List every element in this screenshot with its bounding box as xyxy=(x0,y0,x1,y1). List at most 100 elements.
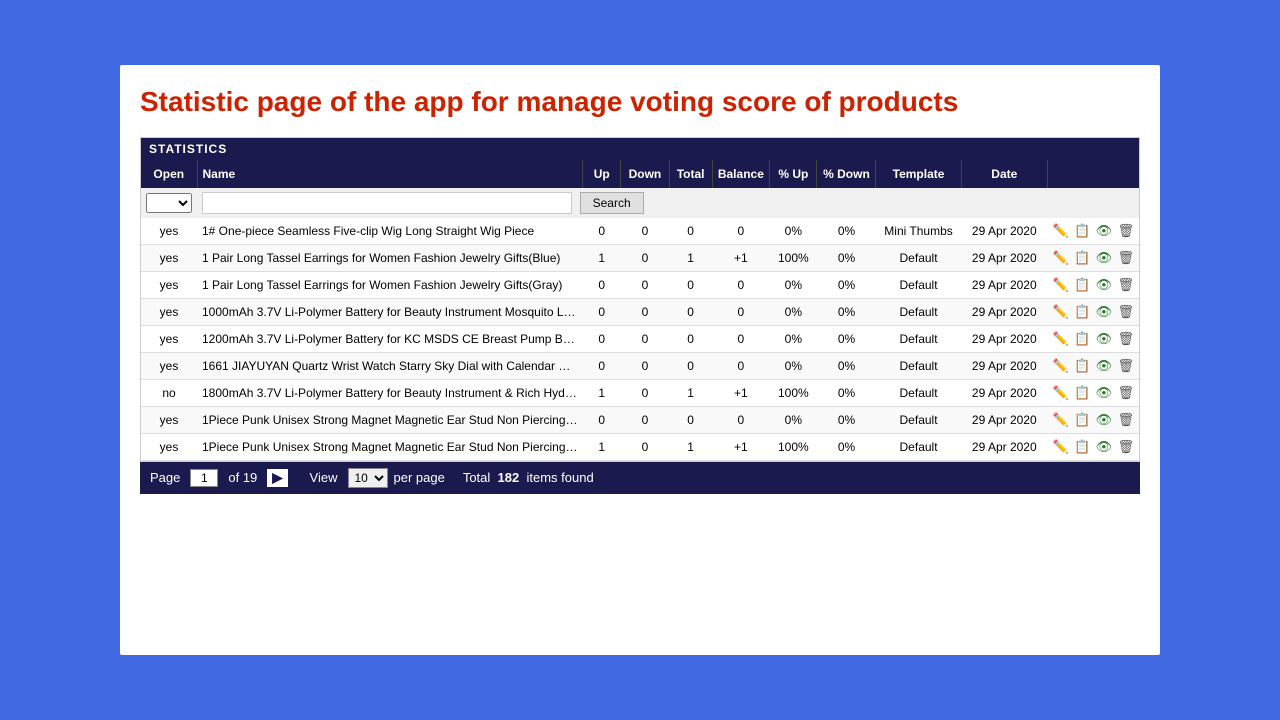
delete-icon[interactable]: 🗑 xyxy=(1117,439,1134,454)
table-cell: 0 xyxy=(583,325,621,352)
table-cell: Default xyxy=(876,271,961,298)
view-icon[interactable]: 👁 xyxy=(1096,304,1113,319)
table-row: yes1 Pair Long Tassel Earrings for Women… xyxy=(141,244,1139,271)
table-cell: 1 xyxy=(669,244,712,271)
table-cell: 1 xyxy=(669,433,712,460)
table-cell: 29 Apr 2020 xyxy=(961,271,1047,298)
copy-icon[interactable]: 📋 xyxy=(1074,250,1090,265)
table-cell: 0% xyxy=(770,218,817,245)
copy-icon[interactable]: 📋 xyxy=(1074,412,1090,427)
col-date: Date xyxy=(961,160,1047,188)
table-cell: 1200mAh 3.7V Li-Polymer Battery for KC M… xyxy=(197,325,583,352)
view-icon[interactable]: 👁 xyxy=(1096,385,1113,400)
table-cell: 0 xyxy=(669,218,712,245)
delete-icon[interactable]: 🗑 xyxy=(1117,358,1134,373)
table-cell: 0% xyxy=(817,325,876,352)
table-cell: Default xyxy=(876,325,961,352)
table-cell: 29 Apr 2020 xyxy=(961,244,1047,271)
table-cell: 0 xyxy=(669,325,712,352)
table-row: yes1# One-piece Seamless Five-clip Wig L… xyxy=(141,218,1139,245)
delete-icon[interactable]: 🗑 xyxy=(1117,304,1134,319)
col-total: Total xyxy=(669,160,712,188)
table-cell: +1 xyxy=(712,379,770,406)
view-icon[interactable]: 👁 xyxy=(1096,358,1113,373)
page-label: Page xyxy=(150,470,180,485)
copy-icon[interactable]: 📋 xyxy=(1074,277,1090,292)
table-cell: yes xyxy=(141,218,197,245)
edit-icon[interactable]: ✏️ xyxy=(1053,412,1069,427)
table-cell: 0 xyxy=(621,298,669,325)
search-input[interactable] xyxy=(202,192,572,214)
table-cell: +1 xyxy=(712,433,770,460)
view-icon[interactable]: 👁 xyxy=(1096,277,1113,292)
table-cell: 29 Apr 2020 xyxy=(961,298,1047,325)
statistics-table: Open Name Up Down Total Balance % Up % D… xyxy=(141,160,1139,461)
edit-icon[interactable]: ✏️ xyxy=(1053,250,1069,265)
table-cell: 0 xyxy=(621,244,669,271)
search-button[interactable]: Search xyxy=(580,192,644,214)
table-cell: 29 Apr 2020 xyxy=(961,218,1047,245)
total-count: 182 xyxy=(498,470,520,485)
edit-icon[interactable]: ✏️ xyxy=(1053,223,1069,238)
table-cell: 0 xyxy=(669,352,712,379)
open-filter-select[interactable]: yes no xyxy=(146,193,192,213)
action-cell: ✏️ 📋 👁 🗑 xyxy=(1047,325,1139,352)
table-cell: Default xyxy=(876,244,961,271)
copy-icon[interactable]: 📋 xyxy=(1074,331,1090,346)
table-cell: 29 Apr 2020 xyxy=(961,433,1047,460)
edit-icon[interactable]: ✏️ xyxy=(1053,277,1069,292)
action-cell: ✏️ 📋 👁 🗑 xyxy=(1047,352,1139,379)
of-pages-text: of 19 xyxy=(228,470,257,485)
table-row: yes1200mAh 3.7V Li-Polymer Battery for K… xyxy=(141,325,1139,352)
table-cell: 0 xyxy=(583,218,621,245)
table-cell: 0% xyxy=(817,218,876,245)
view-icon[interactable]: 👁 xyxy=(1096,223,1113,238)
col-name: Name xyxy=(197,160,583,188)
edit-icon[interactable]: ✏️ xyxy=(1053,358,1069,373)
total-suffix: items found xyxy=(526,470,593,485)
copy-icon[interactable]: 📋 xyxy=(1074,385,1090,400)
delete-icon[interactable]: 🗑 xyxy=(1117,250,1134,265)
table-cell: 0% xyxy=(817,406,876,433)
total-label: Total xyxy=(463,470,490,485)
table-cell: yes xyxy=(141,325,197,352)
copy-icon[interactable]: 📋 xyxy=(1074,304,1090,319)
table-cell: 1 Pair Long Tassel Earrings for Women Fa… xyxy=(197,244,583,271)
table-cell: 100% xyxy=(770,433,817,460)
copy-icon[interactable]: 📋 xyxy=(1074,223,1090,238)
table-cell: 0 xyxy=(669,271,712,298)
edit-icon[interactable]: ✏️ xyxy=(1053,439,1069,454)
table-header-row: Open Name Up Down Total Balance % Up % D… xyxy=(141,160,1139,188)
table-cell: 1Piece Punk Unisex Strong Magnet Magneti… xyxy=(197,433,583,460)
table-cell: yes xyxy=(141,244,197,271)
table-cell: 1# One-piece Seamless Five-clip Wig Long… xyxy=(197,218,583,245)
edit-icon[interactable]: ✏️ xyxy=(1053,304,1069,319)
table-cell: yes xyxy=(141,298,197,325)
table-cell: 0 xyxy=(621,352,669,379)
col-open: Open xyxy=(141,160,197,188)
copy-icon[interactable]: 📋 xyxy=(1074,439,1090,454)
delete-icon[interactable]: 🗑 xyxy=(1117,331,1134,346)
table-cell: 0% xyxy=(817,244,876,271)
view-icon[interactable]: 👁 xyxy=(1096,250,1113,265)
delete-icon[interactable]: 🗑 xyxy=(1117,223,1134,238)
view-icon[interactable]: 👁 xyxy=(1096,331,1113,346)
table-cell: 0 xyxy=(621,271,669,298)
table-cell: no xyxy=(141,379,197,406)
table-cell: Default xyxy=(876,379,961,406)
edit-icon[interactable]: ✏️ xyxy=(1053,331,1069,346)
view-icon[interactable]: 👁 xyxy=(1096,439,1113,454)
per-page-select[interactable]: 10 25 50 xyxy=(348,468,388,488)
table-cell: 29 Apr 2020 xyxy=(961,379,1047,406)
copy-icon[interactable]: 📋 xyxy=(1074,358,1090,373)
action-cell: ✏️ 📋 👁 🗑 xyxy=(1047,298,1139,325)
view-icon[interactable]: 👁 xyxy=(1096,412,1113,427)
delete-icon[interactable]: 🗑 xyxy=(1117,277,1134,292)
delete-icon[interactable]: 🗑 xyxy=(1117,412,1134,427)
edit-icon[interactable]: ✏️ xyxy=(1053,385,1069,400)
next-page-button[interactable]: ▶ xyxy=(267,469,287,487)
table-row: yes1Piece Punk Unisex Strong Magnet Magn… xyxy=(141,406,1139,433)
delete-icon[interactable]: 🗑 xyxy=(1117,385,1134,400)
page-input[interactable] xyxy=(190,469,218,487)
col-template: Template xyxy=(876,160,961,188)
